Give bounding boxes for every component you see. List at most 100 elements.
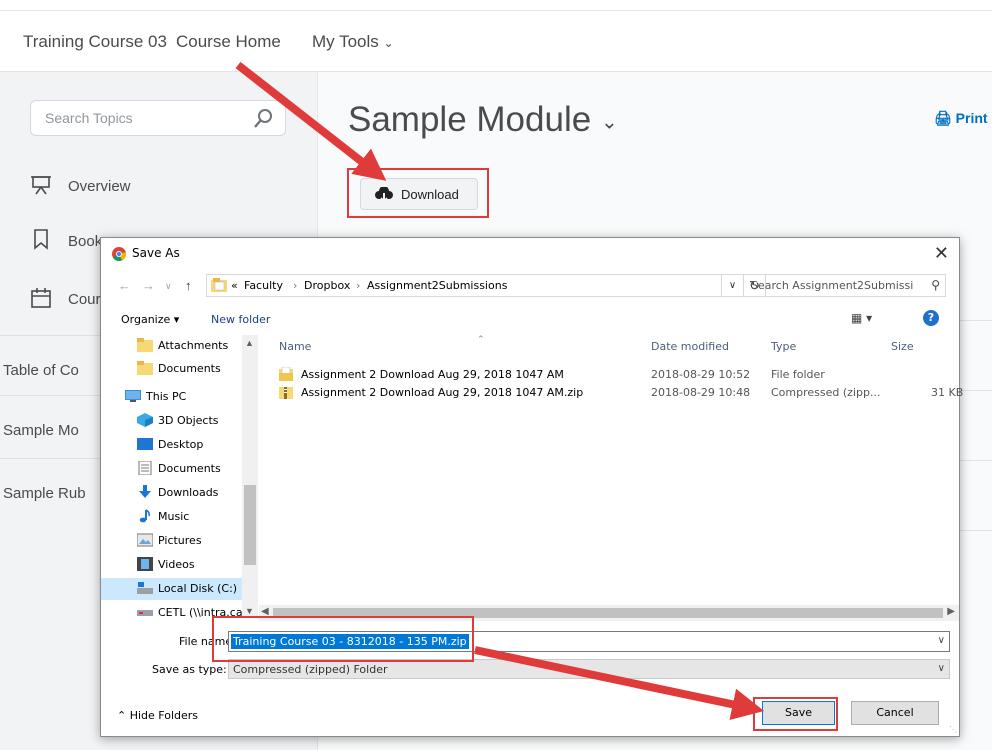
3d-objects-icon (137, 413, 153, 427)
breadcrumb-faculty[interactable]: Faculty (244, 279, 283, 292)
search-icon: ⚲ (931, 278, 940, 292)
documents-icon (138, 461, 152, 475)
zip-folder-icon (279, 387, 293, 399)
tree-item-videos[interactable]: Videos (137, 554, 259, 576)
resize-grip-icon[interactable]: ⋱ (949, 725, 957, 734)
nav-course-home[interactable]: Course Home (176, 32, 281, 52)
tree-item-documents-pc[interactable]: Documents (137, 458, 259, 480)
file-date: 2018-08-29 10:48 (651, 386, 751, 399)
module-title[interactable]: Sample Module ⌄ (348, 100, 618, 140)
breadcrumb-separator: › (293, 279, 298, 292)
nav-my-tools[interactable]: My Tools ⌄ (312, 32, 394, 52)
dialog-search-placeholder: Search Assignment2Submissi (751, 279, 914, 292)
tree-item-documents[interactable]: Documents (137, 358, 259, 380)
save-as-dialog: Save As ✕ ← → ∨ ↑ « Faculty › Dropbox › … (100, 237, 963, 737)
sidebar-item-bookmarks[interactable]: Book (68, 233, 102, 250)
pictures-icon (137, 533, 153, 547)
column-header-name[interactable]: Name ⌃ (279, 335, 485, 353)
tree-scrollbar[interactable] (242, 335, 258, 618)
downloads-icon (139, 485, 151, 498)
cancel-button[interactable]: Cancel (851, 701, 939, 725)
chrome-icon (112, 247, 126, 261)
tree-item-downloads[interactable]: Downloads (137, 482, 259, 504)
file-type: Compressed (zipp... (771, 386, 881, 399)
scroll-up-icon[interactable]: ▲ (245, 338, 254, 348)
divider (957, 320, 992, 321)
hide-folders-button[interactable]: ⌃ Hide Folders (117, 709, 198, 722)
videos-icon (137, 557, 153, 571)
download-button[interactable]: Download (360, 178, 478, 210)
dialog-titlebar: Save As ✕ (101, 238, 959, 268)
file-row[interactable]: Assignment 2 Download Aug 29, 2018 1047 … (279, 366, 959, 384)
tree-label: Desktop (158, 438, 204, 451)
column-header-size[interactable]: Size (891, 340, 914, 353)
file-row[interactable]: Assignment 2 Download Aug 29, 2018 1047 … (279, 384, 963, 402)
back-arrow-icon[interactable]: ← (118, 278, 131, 293)
tree-item-3d-objects[interactable]: 3D Objects (137, 410, 259, 432)
address-dropdown-icon[interactable]: ∨ (722, 274, 744, 297)
search-topics-input[interactable]: Search Topics (30, 100, 286, 136)
dialog-search-input[interactable]: Search Assignment2Submissi ⚲ (743, 274, 946, 297)
network-drive-icon (137, 610, 153, 616)
sidebar-item-overview[interactable]: Overview (68, 178, 131, 195)
tree-label: Documents (158, 362, 221, 375)
calendar-icon (31, 288, 51, 308)
up-arrow-icon[interactable]: ↑ (185, 278, 192, 293)
folder-icon (137, 338, 153, 352)
sidebar-item-sample-rubric[interactable]: Sample Rub (0, 485, 86, 502)
new-folder-button[interactable]: New folder (211, 313, 270, 326)
scroll-right-icon[interactable]: ▶ (947, 606, 955, 617)
folder-icon (279, 367, 293, 381)
tree-item-music[interactable]: Music (137, 506, 259, 528)
scrollbar-thumb[interactable] (244, 485, 256, 565)
file-name: Assignment 2 Download Aug 29, 2018 1047 … (301, 368, 564, 381)
forward-arrow-icon[interactable]: → (142, 278, 155, 293)
divider (957, 460, 992, 461)
scroll-down-icon[interactable]: ▼ (245, 606, 254, 616)
sort-ascending-icon: ⌃ (477, 335, 485, 345)
help-icon[interactable]: ? (923, 310, 939, 326)
nav-course-name[interactable]: Training Course 03 (23, 32, 167, 52)
tree-item-this-pc[interactable]: This PC (125, 386, 259, 408)
breadcrumb-assignment2submissions[interactable]: Assignment2Submissions (367, 279, 507, 292)
sidebar-item-table-of-contents[interactable]: Table of Co (0, 362, 79, 379)
tree-item-pictures[interactable]: Pictures (137, 530, 259, 552)
chevron-down-icon: ⌄ (383, 36, 394, 50)
recent-dropdown-icon[interactable]: ∨ (165, 281, 172, 292)
tree-label: 3D Objects (158, 414, 219, 427)
organize-button[interactable]: Organize ▾ (121, 313, 179, 326)
search-icon[interactable] (251, 107, 275, 131)
annotation-highlight-save (753, 697, 838, 731)
breadcrumb-overflow[interactable]: « (231, 279, 238, 292)
sidebar-item-sample-module[interactable]: Sample Mo (0, 422, 79, 439)
tree-label: Pictures (158, 534, 202, 547)
view-options-icon[interactable]: ▦ ▾ (851, 311, 872, 325)
pc-icon (125, 390, 141, 402)
file-size: 31 KB (931, 386, 964, 399)
column-header-date[interactable]: Date modified (651, 340, 729, 353)
print-button[interactable]: 🖨 Print (934, 110, 988, 127)
tree-item-local-disk[interactable]: Local Disk (C:) (101, 578, 242, 600)
module-title-text: Sample Module (348, 100, 592, 139)
annotation-highlight-file-name (212, 616, 474, 662)
chevron-up-icon: ⌃ (117, 709, 127, 722)
tree-label: Documents (158, 462, 221, 475)
chevron-down-icon[interactable]: ∨ (938, 635, 945, 646)
music-icon (139, 509, 150, 523)
column-label: Name (279, 340, 312, 353)
tree-item-desktop[interactable]: Desktop (137, 434, 259, 456)
tree-label: This PC (146, 390, 187, 403)
address-bar[interactable]: « Faculty › Dropbox › Assignment2Submiss… (206, 274, 722, 297)
close-icon[interactable]: ✕ (934, 243, 949, 264)
search-placeholder: Search Topics (45, 110, 133, 126)
tree-label: Videos (158, 558, 195, 571)
tree-label: Music (158, 510, 190, 523)
breadcrumb-dropbox[interactable]: Dropbox (304, 279, 350, 292)
breadcrumb-separator: › (356, 279, 361, 292)
tree-label: Attachments (158, 339, 229, 352)
column-header-type[interactable]: Type (771, 340, 796, 353)
save-type-select[interactable]: Compressed (zipped) Folder ∨ (228, 659, 950, 679)
tree-item-attachments[interactable]: Attachments (137, 335, 259, 357)
printer-icon: 🖨 (934, 110, 952, 126)
desktop-icon (137, 438, 153, 450)
